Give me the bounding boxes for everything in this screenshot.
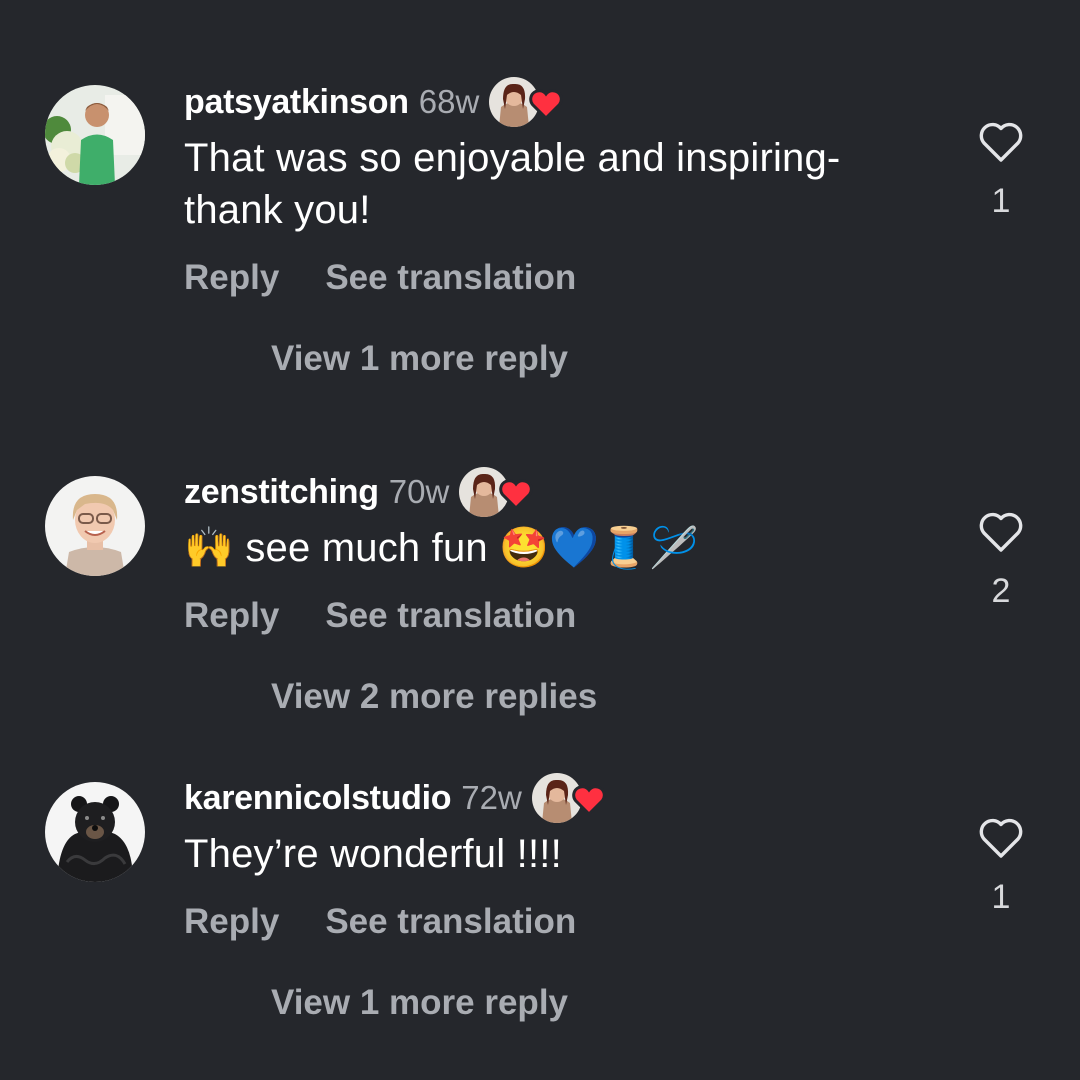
comment-time: 72w — [461, 779, 522, 816]
comment-text: They’re wonderful !!!! — [184, 828, 924, 880]
like-count: 1 — [991, 182, 1011, 220]
view-more-replies-button[interactable]: View 1 more reply — [271, 339, 568, 379]
comment-text: That was so enjoyable and inspiring- tha… — [184, 132, 924, 236]
comment-text-line: That was so enjoyable and inspiring- — [184, 136, 841, 180]
comment-text: 🙌 see much fun 🤩💙🧵🪡 — [184, 522, 924, 574]
creator-liked-badge — [531, 773, 612, 823]
comment-text-line: They’re wonderful !!!! — [184, 832, 562, 876]
creator-liked-badge — [489, 77, 569, 127]
like-count: 1 — [991, 878, 1011, 916]
comment-header: patsyatkinson 68w — [184, 77, 569, 127]
reply-button[interactable]: Reply — [184, 596, 279, 636]
like-column: 1 — [975, 122, 1027, 221]
username[interactable]: patsyatkinson — [184, 83, 409, 122]
creator-liked-badge — [459, 467, 539, 517]
reply-button[interactable]: Reply — [184, 258, 279, 298]
heart-outline-icon[interactable] — [978, 122, 1024, 164]
like-count: 2 — [991, 572, 1011, 610]
see-translation-button[interactable]: See translation — [325, 902, 576, 942]
comment-header: zenstitching 70w — [184, 467, 539, 517]
view-more-replies-button[interactable]: View 1 more reply — [271, 983, 568, 1023]
see-translation-button[interactable]: See translation — [325, 596, 576, 636]
user-avatar[interactable] — [45, 85, 145, 185]
heart-outline-icon[interactable] — [978, 818, 1024, 860]
comment-time: 68w — [418, 83, 480, 120]
comment-actions: Reply See translation — [184, 258, 576, 298]
like-column: 2 — [975, 512, 1027, 611]
username[interactable]: zenstitching — [184, 473, 379, 512]
user-avatar[interactable] — [45, 782, 145, 882]
comment-header: karennicolstudio 72w — [184, 773, 612, 823]
user-avatar[interactable] — [45, 476, 145, 576]
view-more-replies-button[interactable]: View 2 more replies — [271, 677, 597, 717]
like-column: 1 — [975, 818, 1027, 917]
comment-actions: Reply See translation — [184, 596, 576, 636]
username[interactable]: karennicolstudio — [184, 779, 452, 818]
heart-filled-icon — [572, 785, 606, 815]
comment-time: 70w — [388, 473, 450, 510]
reply-button[interactable]: Reply — [184, 902, 279, 942]
heart-filled-icon — [499, 479, 534, 509]
heart-filled-icon — [529, 89, 564, 119]
see-translation-button[interactable]: See translation — [325, 258, 576, 298]
comment-text-line: 🙌 see much fun 🤩💙🧵🪡 — [184, 526, 700, 570]
heart-outline-icon[interactable] — [978, 512, 1024, 554]
comment-text-line: thank you! — [184, 188, 371, 232]
comment-actions: Reply See translation — [184, 902, 576, 942]
